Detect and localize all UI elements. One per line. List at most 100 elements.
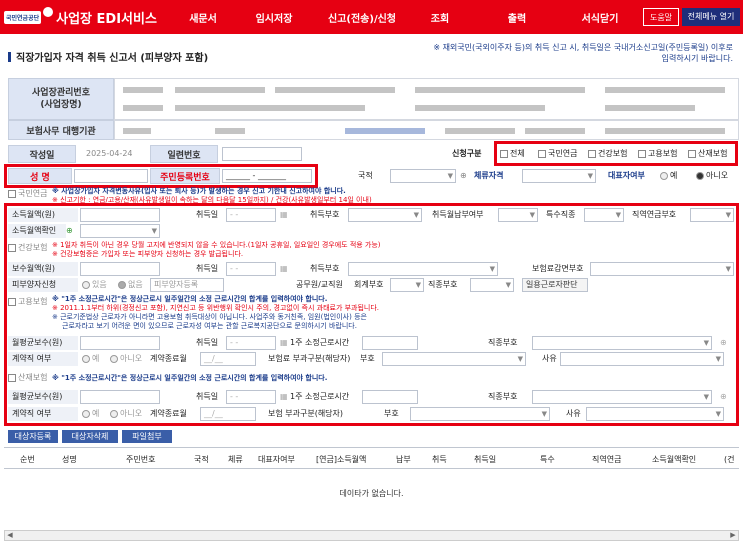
emp-calendar-icon[interactable]: ▦ — [280, 336, 288, 350]
menu-close[interactable]: 서식닫기 — [572, 10, 628, 25]
apply-pension[interactable]: 국민연금 — [538, 147, 577, 161]
dep-no[interactable]: 없음 — [118, 278, 143, 292]
emp-jobcode-search-icon[interactable]: ⊕ — [720, 336, 727, 350]
emp-contract-no[interactable]: 아니오 — [110, 352, 142, 366]
emp-jobcode-select[interactable]: ▼ — [532, 336, 712, 350]
table-empty: 데이타가 없습니다. — [339, 489, 404, 498]
horizontal-scrollbar[interactable]: ◀ ▶ — [4, 530, 739, 541]
pension-section[interactable]: 국민연금 — [8, 188, 47, 200]
special-label: 특수직종 — [546, 210, 576, 219]
service-title: 사업장 EDI서비스 — [56, 11, 157, 27]
jobcode-select[interactable]: ▼ — [470, 278, 514, 292]
dep-yes[interactable]: 있음 — [82, 278, 107, 292]
ind-hours-field[interactable] — [362, 390, 418, 404]
serial-field[interactable] — [222, 147, 302, 161]
scroll-left-icon[interactable]: ◀ — [5, 531, 15, 540]
dep-register-button[interactable]: 피부양자등록 — [150, 278, 224, 292]
title-marker — [8, 52, 11, 62]
ind-contract-yes[interactable]: 예 — [82, 407, 99, 421]
help-button[interactable]: 도움말 — [643, 8, 679, 26]
special-select[interactable]: ▼ — [584, 208, 624, 222]
apply-employment[interactable]: 고용보험 — [638, 147, 677, 161]
emp-reason-select[interactable]: ▼ — [560, 352, 724, 366]
acct-select[interactable]: ▼ — [390, 278, 424, 292]
ind-code-select[interactable]: ▼ — [410, 407, 550, 421]
emp-pay-field[interactable] — [80, 336, 160, 350]
rrn-field[interactable]: ______ - _______ — [222, 169, 312, 183]
ind-end-field[interactable]: __/__ — [200, 407, 256, 421]
rep-no[interactable]: 아니오 — [696, 169, 728, 183]
menu-print[interactable]: 출력 — [497, 10, 537, 25]
ind-calendar-icon[interactable]: ▦ — [280, 390, 288, 404]
emp-acq-field[interactable]: - - — [226, 336, 276, 350]
employment-section[interactable]: 고용보험 — [8, 296, 47, 308]
nation-select[interactable]: ▼ — [390, 169, 456, 183]
apply-industrial[interactable]: 산재보험 — [688, 147, 727, 161]
ind-pay-field[interactable] — [80, 390, 160, 404]
emp-end-field[interactable]: __/__ — [200, 352, 256, 366]
pension-acq-field[interactable]: - - — [226, 208, 276, 222]
ind-jobcode-select[interactable]: ▼ — [532, 390, 712, 404]
menu-new[interactable]: 새문서 — [178, 10, 228, 25]
stay-select[interactable]: ▼ — [522, 169, 596, 183]
confirm-select[interactable]: ▼ — [80, 224, 160, 238]
emp-code-label: 부호 — [360, 354, 375, 363]
col-income: [연금]소득월액 — [316, 455, 367, 464]
rep-yes[interactable]: 예 — [660, 169, 677, 183]
search-icon[interactable]: ⊕ — [460, 169, 467, 183]
job-label: 직역연금부호 — [632, 210, 677, 219]
emp-warn2: ※ 2011.1.1부터 하위(경정신고 포함), 지연신고 등 위반행위 확인… — [52, 304, 380, 312]
table-header-bottom — [4, 468, 739, 469]
register-target-button[interactable]: 대상자등록 — [8, 430, 58, 443]
stay-label: 체류자격 — [474, 171, 504, 180]
pension-code-select[interactable]: ▼ — [348, 208, 422, 222]
all-menu-button[interactable]: 전체메뉴 열기 — [682, 8, 740, 26]
name-field[interactable] — [74, 169, 148, 183]
ind-pay-label: 월평균보수(원) — [8, 390, 78, 404]
health-section[interactable]: 건강보험 — [8, 242, 47, 254]
apply-all[interactable]: 전체 — [500, 147, 525, 161]
org-logo: 국민연금공단 — [4, 10, 42, 24]
industrial-section[interactable]: 산재보험 — [8, 372, 47, 384]
ind-end-label: 계약종료월 — [150, 409, 187, 418]
health-acq-label: 취득일 — [196, 264, 219, 273]
top-nav: 국민연금공단 사업장 EDI서비스 새문서 임시저장 신고(전송)/신청 조회 … — [0, 0, 743, 34]
apply-health[interactable]: 건강보험 — [588, 147, 627, 161]
logo: 국민연금공단 사업장 EDI서비스 — [0, 0, 170, 34]
rrn-label: 주민등록번호 — [150, 168, 220, 184]
emp-hours-field[interactable] — [362, 336, 418, 350]
ind-contract-label: 계약직 여부 — [8, 407, 78, 421]
ind-jobcode-search-icon[interactable]: ⊕ — [720, 390, 727, 404]
health-code-label: 취득부호 — [310, 264, 340, 273]
calendar-icon[interactable]: ▦ — [280, 208, 288, 222]
col-stay: 체류 — [228, 455, 243, 464]
col-nation: 국적 — [194, 455, 209, 464]
emp-code-select[interactable]: ▼ — [382, 352, 526, 366]
delete-target-button[interactable]: 대상자삭제 — [62, 430, 118, 443]
col-job: 직역연금 — [592, 455, 622, 464]
menu-search[interactable]: 조회 — [420, 10, 460, 25]
emp-acq-label: 취득일 — [196, 338, 219, 347]
pension-month-select[interactable]: ▼ — [498, 208, 538, 222]
ind-reason-select[interactable]: ▼ — [586, 407, 724, 421]
col-more: (건 — [724, 455, 735, 464]
scroll-right-icon[interactable]: ▶ — [728, 531, 738, 540]
ind-acq-field[interactable]: - - — [226, 390, 276, 404]
job-select[interactable]: ▼ — [690, 208, 734, 222]
ind-contract-no[interactable]: 아니오 — [110, 407, 142, 421]
income-field[interactable] — [80, 208, 160, 222]
emp-contract-yes[interactable]: 예 — [82, 352, 99, 366]
attach-file-button[interactable]: 파일첨부 — [122, 430, 172, 443]
daily-worker-button[interactable]: 일용근로자판단 — [522, 278, 588, 292]
confirm-search-icon[interactable]: ⊕ — [66, 224, 73, 238]
health-acq-field[interactable]: - - — [226, 262, 276, 276]
health-code-select[interactable]: ▼ — [348, 262, 498, 276]
reduce-select[interactable]: ▼ — [590, 262, 734, 276]
emp-warn3: ※ 근로기준법상 근로자가 아니라면 고용보험 취득대상이 아닙니다. 사업주와… — [52, 313, 367, 321]
pension-code-label: 취득부호 — [310, 210, 340, 219]
health-pay-field[interactable] — [80, 262, 160, 276]
health-calendar-icon[interactable]: ▦ — [280, 262, 288, 276]
menu-temp-save[interactable]: 임시저장 — [244, 10, 304, 25]
notice-text: ※ 재외국민(국외이주자 등)의 취득 신고 시, 취득일은 국내거소신고일(주… — [433, 43, 733, 63]
menu-submit[interactable]: 신고(전송)/신청 — [316, 10, 408, 25]
